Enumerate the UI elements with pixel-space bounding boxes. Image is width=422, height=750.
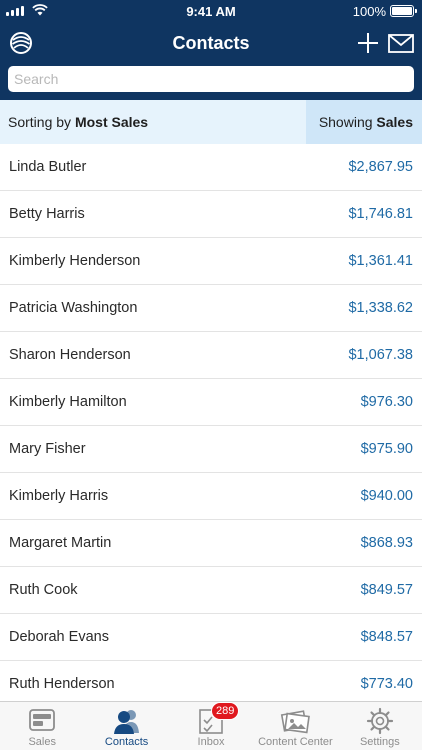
showing-value: Sales xyxy=(376,114,413,130)
add-contact-icon[interactable] xyxy=(356,31,380,55)
tab-inbox[interactable]: 289 Inbox xyxy=(169,702,253,750)
tab-sales[interactable]: Sales xyxy=(0,702,84,750)
contact-sales-amount: $975.90 xyxy=(360,441,413,457)
search-bar xyxy=(0,66,422,100)
contact-name: Betty Harris xyxy=(9,206,85,222)
contact-sales-amount: $849.57 xyxy=(360,582,413,598)
sort-prefix: Sorting by xyxy=(8,114,75,130)
contact-row[interactable]: Margaret Martin $868.93 xyxy=(0,520,422,567)
content-center-icon xyxy=(281,710,311,734)
contact-row[interactable]: Patricia Washington $1,338.62 xyxy=(0,285,422,332)
contact-sales-amount: $1,067.38 xyxy=(348,347,413,363)
contact-row[interactable]: Ruth Cook $849.57 xyxy=(0,567,422,614)
sales-icon xyxy=(29,709,56,731)
tab-label: Settings xyxy=(359,736,400,748)
contact-sales-amount: $940.00 xyxy=(360,488,413,504)
contact-name: Kimberly Hamilton xyxy=(9,394,127,410)
tab-bar: Sales Contacts 289 Inbox Content Center xyxy=(0,701,422,750)
contact-list: Linda Butler $2,867.95 Betty Harris $1,746… xyxy=(0,144,422,705)
contact-sales-amount: $1,361.41 xyxy=(348,253,413,269)
showing-prefix: Showing xyxy=(318,114,377,130)
battery-icon xyxy=(390,5,417,17)
navigation-bar: Contacts xyxy=(0,22,422,66)
contact-name: Kimberly Harris xyxy=(9,488,109,504)
contact-sales-amount: $1,746.81 xyxy=(348,206,413,222)
contact-row[interactable]: Mary Fisher $975.90 xyxy=(0,426,422,473)
contact-sales-amount: $2,867.95 xyxy=(348,159,413,175)
contacts-icon xyxy=(113,710,139,734)
tab-label: Sales xyxy=(28,736,56,748)
contact-row[interactable]: Linda Butler $2,867.95 xyxy=(0,144,422,191)
contact-name: Margaret Martin xyxy=(9,535,112,551)
contact-row[interactable]: Ruth Henderson $773.40 xyxy=(0,661,422,705)
contact-sales-amount: $868.93 xyxy=(360,535,413,551)
gear-icon xyxy=(366,707,393,735)
contact-sales-amount: $848.57 xyxy=(360,629,413,645)
sort-value: Most Sales xyxy=(74,114,149,130)
showing-selector[interactable]: Showing Sales xyxy=(306,100,422,144)
contact-row[interactable]: Deborah Evans $848.57 xyxy=(0,614,422,661)
contact-name: Mary Fisher xyxy=(9,441,86,457)
contact-name: Deborah Evans xyxy=(9,629,109,645)
tab-label: Contacts xyxy=(104,736,149,748)
battery-percentage: 100% xyxy=(352,4,386,19)
tab-label: Inbox xyxy=(197,736,225,748)
contact-name: Ruth Cook xyxy=(9,582,78,598)
contact-row[interactable]: Kimberly Hamilton $976.30 xyxy=(0,379,422,426)
sort-bar: Sorting by Most Sales Showing Sales xyxy=(0,100,422,144)
inbox-badge: 289 xyxy=(211,702,240,720)
contact-name: Patricia Washington xyxy=(9,300,138,316)
contact-sales-amount: $773.40 xyxy=(360,676,413,692)
contact-row[interactable]: Kimberly Henderson $1,361.41 xyxy=(0,238,422,285)
mail-icon[interactable] xyxy=(388,34,414,53)
contact-sales-amount: $1,338.62 xyxy=(348,300,413,316)
contact-row[interactable]: Sharon Henderson $1,067.38 xyxy=(0,332,422,379)
status-bar: 9:41 AM 100% xyxy=(0,0,422,22)
contact-sales-amount: $976.30 xyxy=(360,394,413,410)
sort-selector[interactable]: Sorting by Most Sales xyxy=(8,114,148,130)
contact-name: Ruth Henderson xyxy=(9,676,115,692)
contact-name: Sharon Henderson xyxy=(9,347,131,363)
tab-label: Content Center xyxy=(258,736,333,748)
search-input[interactable] xyxy=(8,66,414,92)
tab-settings[interactable]: Settings xyxy=(338,702,422,750)
contact-row[interactable]: Betty Harris $1,746.81 xyxy=(0,191,422,238)
contact-row[interactable]: Kimberly Harris $940.00 xyxy=(0,473,422,520)
contact-name: Linda Butler xyxy=(9,159,87,175)
tab-content-center[interactable]: Content Center xyxy=(253,702,337,750)
tab-contacts[interactable]: Contacts xyxy=(84,702,168,750)
contact-name: Kimberly Henderson xyxy=(9,253,141,269)
